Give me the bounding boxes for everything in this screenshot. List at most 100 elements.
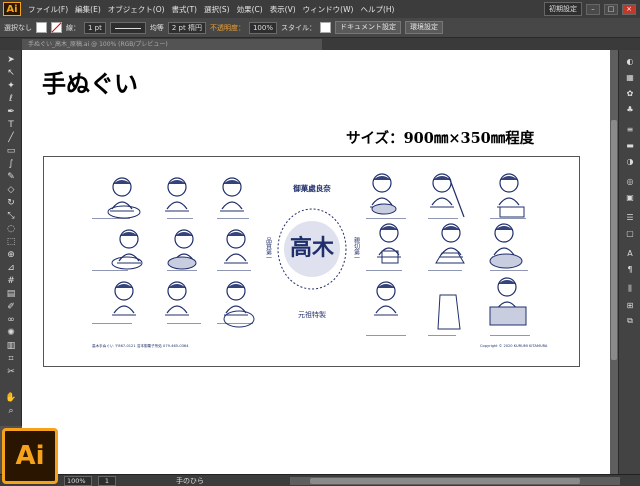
paragraph-icon[interactable]: ¶ xyxy=(624,264,636,274)
menu-edit[interactable]: 編集(E) xyxy=(75,4,101,15)
document-tab-bar: 手ぬぐい_高木_原稿.ai @ 100% (RGB/プレビュー) xyxy=(0,38,640,50)
blend-icon[interactable]: ∞ xyxy=(4,314,18,326)
zoom-field[interactable]: 100% xyxy=(64,476,92,486)
panel-dock: ◐ ▦ ✿ ♣ ≡ ▬ ◑ ◎ ▣ ☰ ▢ A ¶ ⫼ ⊞ ⧉ xyxy=(618,50,640,474)
color-panel-icon[interactable]: ◐ xyxy=(624,56,636,66)
emblem-left-text: 品質第一 xyxy=(265,237,272,261)
illustrator-logo-icon: Ai xyxy=(2,428,58,484)
artboard-icon[interactable]: ⌗ xyxy=(4,353,18,365)
symbol-sprayer-icon[interactable]: ✺ xyxy=(4,327,18,339)
pencil-icon[interactable]: ✎ xyxy=(4,171,18,183)
app-logo-icon: Ai xyxy=(3,2,21,16)
paintbrush-icon[interactable]: ∫ xyxy=(4,158,18,170)
menu-file[interactable]: ファイル(F) xyxy=(28,4,68,15)
pen-icon[interactable]: ✒ xyxy=(4,106,18,118)
type-panel-icon[interactable]: A xyxy=(624,248,636,258)
window-controls: 初期設定 – □ × xyxy=(544,2,640,16)
stroke-icon[interactable]: ≡ xyxy=(624,124,636,134)
menu-effect[interactable]: 効果(C) xyxy=(237,4,263,15)
selection-status: 選択なし xyxy=(4,23,32,32)
workspace-switcher[interactable]: 初期設定 xyxy=(544,2,582,16)
canvas[interactable]: 手ぬぐい サイズ：900㎜×350㎜程度 御菓處良奈 品質第一 親切第一 高木 … xyxy=(22,50,610,474)
illustrator-window: Ai ファイル(F) 編集(E) オブジェクト(O) 書式(T) 選択(S) 効… xyxy=(0,0,640,486)
vertical-scrollbar[interactable] xyxy=(610,50,618,474)
menu-select[interactable]: 選択(S) xyxy=(204,4,230,15)
perspective-icon[interactable]: ⊿ xyxy=(4,262,18,274)
brush-definition[interactable]: 2 pt 楕円 xyxy=(167,21,206,34)
scale-icon[interactable]: ⤡ xyxy=(4,210,18,222)
swatches-icon[interactable]: ▦ xyxy=(624,72,636,82)
opacity-label[interactable]: 不透明度： xyxy=(210,23,245,33)
footer-copyright: Copyright © 2020 KURUMI KITAMURA xyxy=(480,344,548,348)
tools-panel: ➤ ↖ ✦ ℓ ✒ T ╱ ▭ ∫ ✎ ◇ ↻ ⤡ ◌ ⬚ ⊕ ⊿ # ▤ ✐ … xyxy=(0,50,22,426)
current-tool-status[interactable]: 手のひら xyxy=(176,476,204,486)
warp-icon[interactable]: ◌ xyxy=(4,223,18,235)
free-transform-icon[interactable]: ⬚ xyxy=(4,236,18,248)
graphic-styles-icon[interactable]: ▣ xyxy=(624,192,636,202)
layers-icon[interactable]: ☰ xyxy=(624,212,636,222)
preferences-button[interactable]: 環境設定 xyxy=(404,21,443,34)
shape-builder-icon[interactable]: ⊕ xyxy=(4,249,18,261)
type-icon[interactable]: T xyxy=(4,119,18,131)
towel-design: 御菓處良奈 品質第一 親切第一 高木 元祖特製 高木手ぬぐい 〒867-0121… xyxy=(43,156,580,367)
artboard-number-field[interactable]: 1 xyxy=(98,476,116,486)
maximize-button[interactable]: □ xyxy=(604,3,618,15)
pathfinder-icon[interactable]: ⧉ xyxy=(624,316,636,326)
menu-type[interactable]: 書式(T) xyxy=(172,4,197,15)
emblem-top-text: 御菓處良奈 xyxy=(292,183,331,193)
style-label: スタイル： xyxy=(280,23,316,32)
fill-swatch[interactable] xyxy=(36,22,47,33)
eraser-icon[interactable]: ◇ xyxy=(4,184,18,196)
menu-bar: Ai ファイル(F) 編集(E) オブジェクト(O) 書式(T) 選択(S) 効… xyxy=(0,0,640,18)
direct-selection-icon[interactable]: ↖ xyxy=(4,67,18,79)
emblem-main-text: 高木 xyxy=(290,235,335,261)
align-icon[interactable]: ⫼ xyxy=(624,284,636,294)
selection-icon[interactable]: ➤ xyxy=(4,54,18,66)
minimize-button[interactable]: – xyxy=(586,3,600,15)
zoom-icon[interactable]: ⌕ xyxy=(4,405,18,417)
artboard-title: 手ぬぐい xyxy=(42,69,138,98)
vertical-scroll-thumb[interactable] xyxy=(611,120,617,360)
symbols-icon[interactable]: ♣ xyxy=(624,104,636,114)
hand-icon[interactable]: ✋ xyxy=(4,392,18,404)
left-figures xyxy=(107,177,255,328)
towel-illustration: 御菓處良奈 品質第一 親切第一 高木 元祖特製 高木手ぬぐい 〒867-0121… xyxy=(92,173,548,348)
status-bar: 100% 1 手のひら xyxy=(0,474,640,486)
menu-view[interactable]: 表示(V) xyxy=(270,4,296,15)
menu-help[interactable]: ヘルプ(H) xyxy=(360,4,394,15)
rotate-icon[interactable]: ↻ xyxy=(4,197,18,209)
horizontal-scrollbar[interactable] xyxy=(290,477,620,485)
gradient-panel-icon[interactable]: ▬ xyxy=(624,140,636,150)
menu-object[interactable]: オブジェクト(O) xyxy=(108,4,165,15)
graphic-style-swatch[interactable] xyxy=(319,22,331,33)
transform-icon[interactable]: ⊞ xyxy=(624,300,636,310)
mesh-icon[interactable]: # xyxy=(4,275,18,287)
stroke-swatch[interactable] xyxy=(51,22,62,33)
gradient-icon[interactable]: ▤ xyxy=(4,288,18,300)
stroke-preview[interactable] xyxy=(109,21,146,34)
appearance-icon[interactable]: ◎ xyxy=(624,176,636,186)
emblem-bottom-text: 元祖特製 xyxy=(298,310,326,319)
graph-icon[interactable]: ▥ xyxy=(4,340,18,352)
magic-wand-icon[interactable]: ✦ xyxy=(4,80,18,92)
control-bar: 選択なし 線： 1 pt 均等 2 pt 楕円 不透明度： 100% スタイル：… xyxy=(0,18,640,38)
stroke-width-field[interactable]: 1 pt xyxy=(84,21,106,34)
document-setup-button[interactable]: ドキュメント設定 xyxy=(334,21,401,34)
slice-icon[interactable]: ✂ xyxy=(4,366,18,378)
size-note: サイズ：900㎜×350㎜程度 xyxy=(346,130,535,147)
eyedropper-icon[interactable]: ✐ xyxy=(4,301,18,313)
close-button[interactable]: × xyxy=(622,3,636,15)
menu-window[interactable]: ウィンドウ(W) xyxy=(303,4,354,15)
artboards-icon[interactable]: ▢ xyxy=(624,228,636,238)
transparency-icon[interactable]: ◑ xyxy=(624,156,636,166)
document-tab[interactable]: 手ぬぐい_高木_原稿.ai @ 100% (RGB/プレビュー) xyxy=(22,39,322,50)
brushes-icon[interactable]: ✿ xyxy=(624,88,636,98)
rectangle-icon[interactable]: ▭ xyxy=(4,145,18,157)
horizontal-scroll-thumb[interactable] xyxy=(310,478,580,484)
variable-width-profile[interactable]: 均等 xyxy=(150,23,164,33)
lasso-icon[interactable]: ℓ xyxy=(4,93,18,105)
stroke-label: 線： xyxy=(66,23,80,32)
emblem-right-text: 親切第一 xyxy=(353,236,360,261)
opacity-field[interactable]: 100% xyxy=(248,21,277,34)
line-icon[interactable]: ╱ xyxy=(4,132,18,144)
